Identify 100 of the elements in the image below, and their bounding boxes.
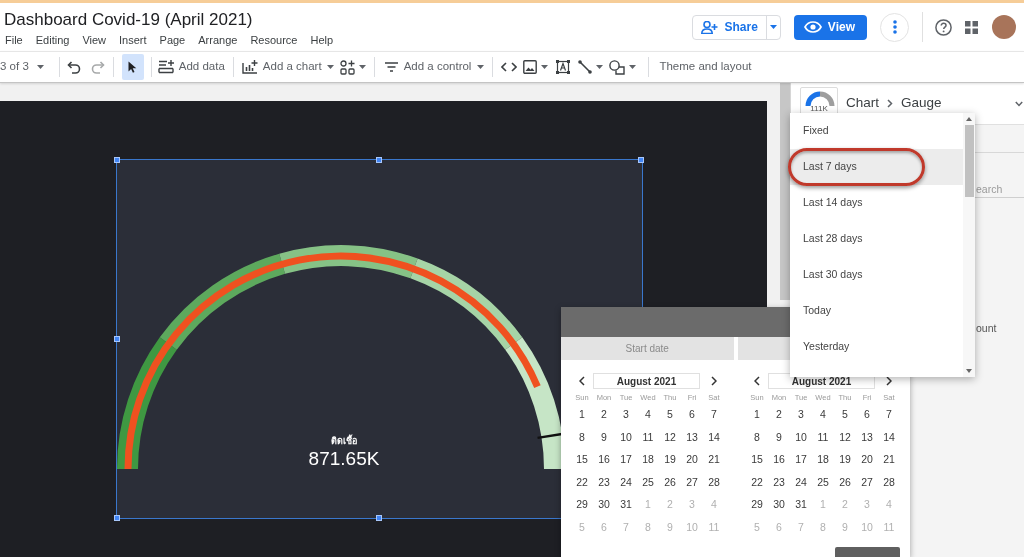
menu-option[interactable]: Last 28 days [790, 221, 963, 257]
menu-option[interactable]: Last 7 days [790, 149, 963, 185]
add-data-button[interactable]: Add data [157, 55, 225, 79]
calendar-day[interactable]: 15 [746, 448, 768, 471]
calendar-day[interactable]: 13 [681, 425, 703, 449]
add-chart-button[interactable]: Add a chart [241, 55, 334, 79]
calendar-day[interactable]: 25 [812, 470, 834, 494]
footer-button[interactable] [835, 546, 900, 557]
resize-handle[interactable] [638, 157, 644, 163]
calendar-day[interactable]: 24 [790, 470, 812, 494]
month-selector[interactable]: August 2021 [593, 373, 700, 389]
calendar-day[interactable]: 26 [834, 470, 856, 494]
calendar-day[interactable]: 21 [878, 448, 900, 471]
add-control-button[interactable]: Add a control [384, 55, 485, 79]
calendar-day[interactable]: 31 [790, 493, 812, 516]
view-button[interactable]: View [793, 14, 867, 40]
calendar-day[interactable]: 28 [878, 470, 900, 494]
calendar-day[interactable]: 8 [571, 425, 593, 449]
scroll-down-icon[interactable] [966, 369, 972, 373]
calendar-day[interactable]: 6 [856, 403, 878, 426]
resize-handle[interactable] [114, 336, 120, 342]
menu-option[interactable]: Yesterday [790, 329, 963, 365]
calendar-day[interactable]: 9 [768, 425, 790, 449]
share-button[interactable]: Share [692, 15, 766, 39]
calendar-day[interactable]: 12 [834, 425, 856, 449]
menu-item[interactable]: Page [159, 33, 186, 47]
person-add-icon [700, 20, 718, 34]
resize-handle[interactable] [114, 515, 120, 521]
calendar-day[interactable]: 29 [746, 493, 768, 516]
menu-option[interactable]: Last 30 days [790, 257, 963, 293]
calendar-day[interactable]: 21 [703, 448, 725, 471]
calendar-day[interactable]: 27 [856, 470, 878, 494]
resize-handle[interactable] [376, 515, 382, 521]
apps-icon[interactable] [965, 20, 978, 34]
calendar-day[interactable]: 19 [834, 448, 856, 471]
calendar-day[interactable]: 7 [703, 403, 725, 426]
calendar-day[interactable]: 22 [571, 470, 593, 494]
scrollbar-thumb[interactable] [964, 125, 974, 197]
calendar-day[interactable]: 29 [571, 493, 593, 516]
calendar-day[interactable]: 27 [681, 470, 703, 494]
calendar-day[interactable]: 4 [812, 403, 834, 426]
calendar-day[interactable]: 19 [659, 448, 681, 471]
calendar-day[interactable]: 20 [856, 448, 878, 471]
scrollbar-thumb[interactable] [780, 83, 790, 300]
calendar-day[interactable]: 18 [812, 448, 834, 471]
menu-item[interactable]: Help [310, 33, 334, 47]
page-selector[interactable]: 3 of 3 [0, 55, 44, 79]
calendar-day[interactable]: 23 [768, 470, 790, 494]
menu-option[interactable]: Today [790, 293, 963, 329]
calendar-day[interactable]: 1 [571, 403, 593, 426]
calendar-day[interactable]: 5 [659, 403, 681, 426]
menu-option[interactable]: Last 14 days [790, 185, 963, 221]
calendar-day[interactable]: 31 [615, 493, 637, 516]
resize-handle[interactable] [114, 157, 120, 163]
calendar-day[interactable]: 17 [790, 448, 812, 471]
calendar-day[interactable]: 2 [768, 403, 790, 426]
avatar[interactable] [992, 15, 1016, 39]
pointer-tool-button[interactable] [121, 54, 144, 80]
menu-item[interactable]: Arrange [198, 33, 238, 47]
calendar-day[interactable]: 30 [593, 493, 615, 516]
calendar-day[interactable]: 10 [615, 425, 637, 449]
calendar-day[interactable]: 28 [703, 470, 725, 494]
resize-handle[interactable] [376, 157, 382, 163]
calendar-day[interactable]: 8 [746, 425, 768, 449]
menu-item[interactable]: View [82, 33, 107, 47]
menu-item[interactable]: Editing [35, 33, 70, 47]
calendar-day[interactable]: 2 [593, 403, 615, 426]
calendar-day[interactable]: 10 [790, 425, 812, 449]
calendar-day[interactable]: 15 [571, 448, 593, 471]
calendar-day[interactable]: 7 [878, 403, 900, 426]
calendar-day[interactable]: 26 [659, 470, 681, 494]
calendar-day[interactable]: 9 [593, 425, 615, 449]
calendar-day[interactable]: 17 [615, 448, 637, 471]
help-icon[interactable] [935, 18, 952, 36]
calendar-day[interactable]: 1 [746, 403, 768, 426]
calendar-day[interactable]: 16 [768, 448, 790, 471]
calendar-day[interactable]: 5 [834, 403, 856, 426]
calendar-day[interactable]: 13 [856, 425, 878, 449]
calendar-day[interactable]: 3 [615, 403, 637, 426]
calendar-day[interactable]: 22 [746, 470, 768, 494]
menu-item[interactable]: Resource [250, 33, 298, 47]
calendar-day[interactable]: 24 [615, 470, 637, 494]
caret-icon [629, 65, 637, 69]
calendar-day[interactable]: 20 [681, 448, 703, 471]
calendar-day[interactable]: 23 [593, 470, 615, 494]
calendar-day[interactable]: 12 [659, 425, 681, 449]
calendar-day[interactable]: 6 [681, 403, 703, 426]
calendar-day[interactable]: 11 [812, 425, 834, 449]
calendar-day[interactable]: 14 [703, 425, 725, 449]
calendar-day[interactable]: 16 [593, 448, 615, 471]
calendar-day[interactable]: 14 [878, 425, 900, 449]
share-options-button[interactable] [765, 15, 780, 39]
menu-item[interactable]: File [5, 33, 23, 47]
caret-icon [477, 65, 485, 69]
scroll-up-icon[interactable] [966, 117, 972, 121]
chevron-down-icon[interactable] [1015, 100, 1023, 107]
theme-and-layout-button[interactable]: Theme and layout [659, 55, 752, 79]
menu-item[interactable]: Insert [119, 33, 147, 47]
calendar-day[interactable]: 3 [790, 403, 812, 426]
calendar-day[interactable]: 30 [768, 493, 790, 516]
